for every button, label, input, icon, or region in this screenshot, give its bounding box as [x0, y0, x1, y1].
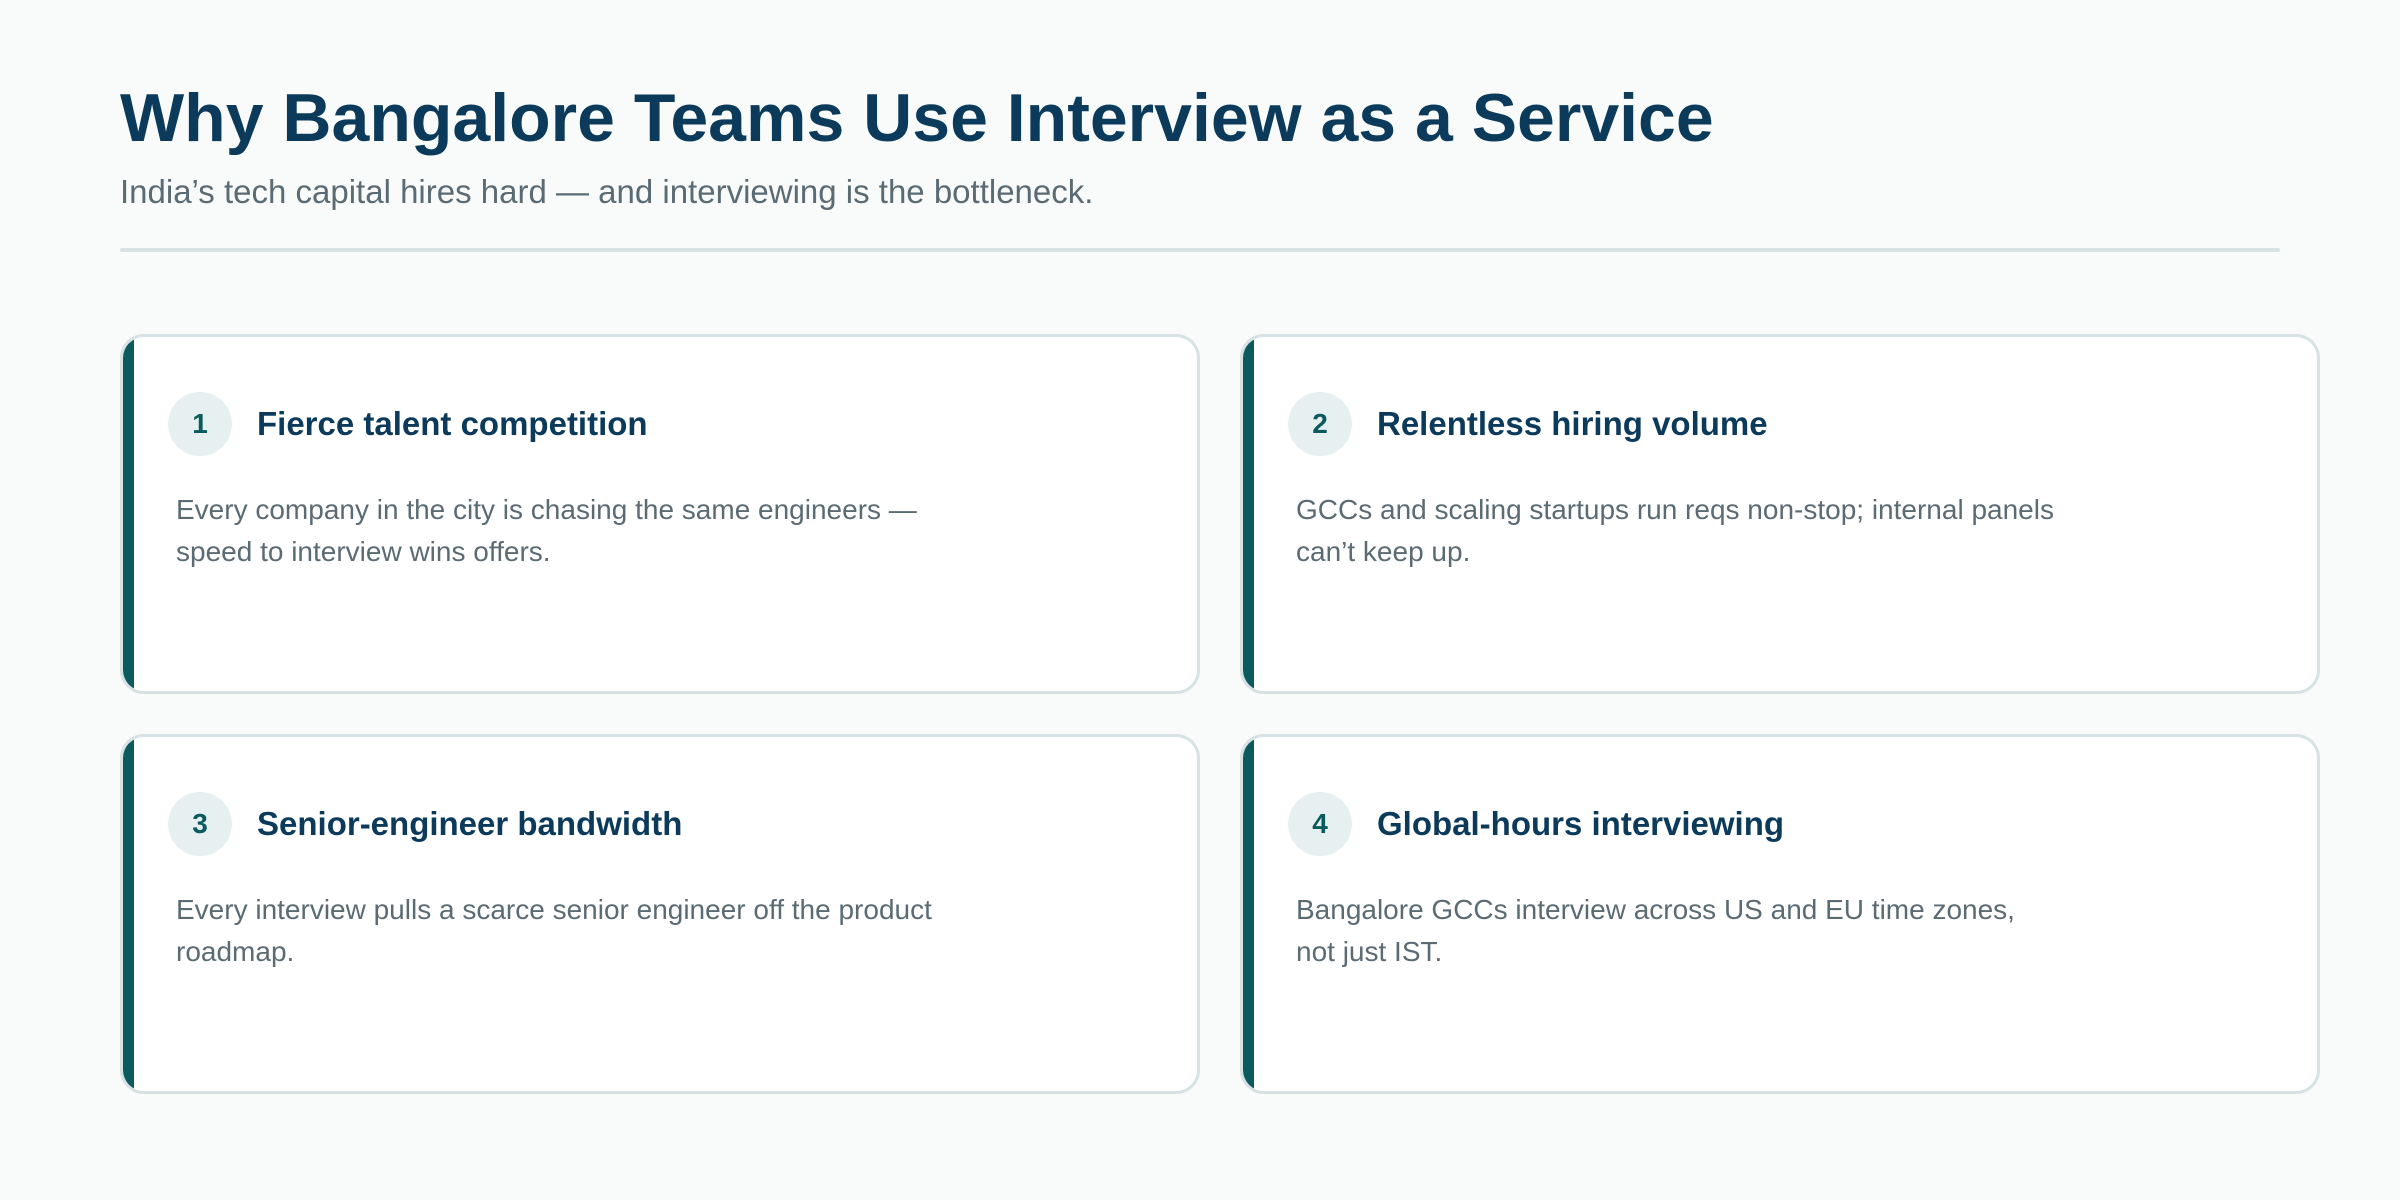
card-accent-bar — [1243, 337, 1254, 691]
card-description: GCCs and scaling startups run reqs non-s… — [1296, 494, 2054, 567]
page-subtitle: India’s tech capital hires hard — and in… — [120, 173, 1094, 210]
page-title: Why Bangalore Teams Use Interview as a S… — [120, 80, 1714, 156]
number-badge: 3 — [168, 792, 232, 856]
card-description: Bangalore GCCs interview across US and E… — [1296, 894, 2015, 967]
card-header: 3 Senior-engineer bandwidth — [168, 792, 682, 856]
card-title: Fierce talent competition — [257, 405, 648, 442]
number-badge: 4 — [1288, 792, 1352, 856]
card-title: Global-hours interviewing — [1377, 805, 1785, 842]
reason-card-3: 3 Senior-engineer bandwidth Every interv… — [120, 734, 1200, 1094]
card-accent-bar — [123, 337, 134, 691]
header-divider — [120, 248, 2280, 252]
card-title: Relentless hiring volume — [1377, 405, 1768, 442]
card-accent-bar — [123, 737, 134, 1091]
reason-card-1: 1 Fierce talent competition Every compan… — [120, 334, 1200, 694]
card-header: 1 Fierce talent competition — [168, 392, 648, 456]
card-accent-bar — [1243, 737, 1254, 1091]
card-description: Every company in the city is chasing the… — [176, 494, 917, 567]
reason-card-4: 4 Global-hours interviewing Bangalore GC… — [1240, 734, 2320, 1094]
number-badge: 1 — [168, 392, 232, 456]
number-badge: 2 — [1288, 392, 1352, 456]
reason-card-2: 2 Relentless hiring volume GCCs and scal… — [1240, 334, 2320, 694]
card-header: 4 Global-hours interviewing — [1288, 792, 1784, 856]
page-header: Why Bangalore Teams Use Interview as a S… — [120, 78, 2280, 214]
card-header: 2 Relentless hiring volume — [1288, 392, 1768, 456]
card-description: Every interview pulls a scarce senior en… — [176, 894, 932, 967]
card-title: Senior-engineer bandwidth — [257, 805, 683, 842]
